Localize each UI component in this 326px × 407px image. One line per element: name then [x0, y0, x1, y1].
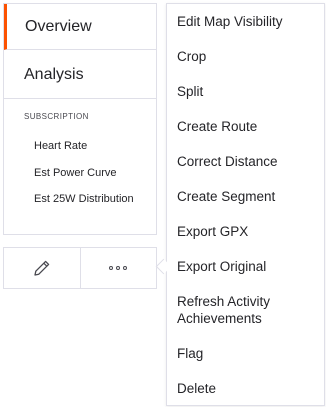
more-dots-icon [109, 266, 128, 270]
menu-item-refresh-activity-achievements[interactable]: Refresh Activity Achievements [177, 293, 317, 327]
subnav-item-est-25w-distribution[interactable]: Est 25W Distribution [34, 192, 144, 206]
nav-item-overview[interactable]: Overview [4, 4, 157, 50]
nav-item-label: Overview [25, 17, 92, 35]
activity-sidenav: Overview Analysis SUBSCRIPTION Heart Rat… [3, 3, 157, 235]
more-button[interactable] [79, 248, 157, 288]
subscription-heading: SUBSCRIPTION [24, 112, 89, 121]
menu-item-export-gpx[interactable]: Export GPX [177, 223, 317, 240]
pencil-icon [34, 260, 49, 276]
menu-item-crop[interactable]: Crop [177, 48, 317, 65]
menu-item-export-original[interactable]: Export Original [177, 258, 317, 275]
nav-item-analysis[interactable]: Analysis [4, 51, 157, 99]
menu-item-delete[interactable]: Delete [177, 380, 317, 397]
menu-item-split[interactable]: Split [177, 83, 317, 100]
edit-button[interactable] [4, 248, 80, 288]
subnav-item-est-power-curve[interactable]: Est Power Curve [34, 166, 144, 180]
activity-actions [3, 247, 157, 289]
menu-item-create-route[interactable]: Create Route [177, 118, 317, 135]
menu-item-correct-distance[interactable]: Correct Distance [177, 153, 317, 170]
menu-item-create-segment[interactable]: Create Segment [177, 188, 317, 205]
subnav-item-heart-rate[interactable]: Heart Rate [34, 139, 144, 153]
nav-item-label: Analysis [24, 65, 84, 83]
menu-item-edit-map-visibility[interactable]: Edit Map Visibility [177, 13, 317, 30]
menu-item-flag[interactable]: Flag [177, 345, 317, 362]
more-actions-menu: Edit Map Visibility Crop Split Create Ro… [166, 3, 325, 406]
